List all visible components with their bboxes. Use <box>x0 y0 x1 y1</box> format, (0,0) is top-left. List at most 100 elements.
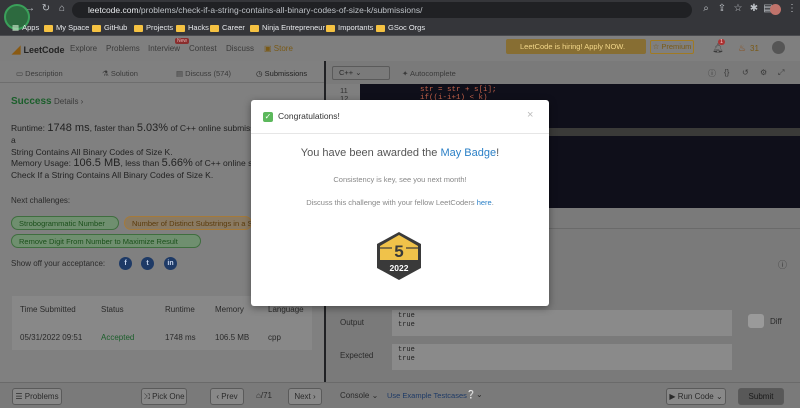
new-badge: New <box>175 38 190 44</box>
bookmark-my-space[interactable]: My Space <box>44 22 89 34</box>
console-toggle[interactable]: Console ⌄ <box>340 391 378 400</box>
bookmark-projects[interactable]: Projects <box>134 22 173 34</box>
column-header: Language <box>268 305 304 314</box>
nav-interview[interactable]: Interview <box>148 44 180 53</box>
bookmark-ninja[interactable]: Ninja Entrepreneur <box>250 22 325 34</box>
extensions-icon[interactable]: ✱ <box>748 3 760 15</box>
nav-discuss[interactable]: Discuss <box>226 44 254 53</box>
check-icon: ✓ <box>263 112 273 122</box>
diff-label: Diff <box>770 317 782 326</box>
diff-toggle[interactable] <box>748 314 764 328</box>
folder-icon <box>44 24 53 32</box>
expected-box <box>392 344 732 370</box>
language-select[interactable]: C++ ⌄ <box>332 66 390 80</box>
profile-avatar[interactable] <box>770 4 781 15</box>
bookmark-importants[interactable]: Importants <box>326 22 373 34</box>
use-example-testcases[interactable]: Use Example Testcases <box>387 391 467 400</box>
pick-one-button[interactable]: ⤨ Pick One <box>141 388 187 405</box>
problems-button[interactable]: ☰ Problems <box>12 388 62 405</box>
autocomplete-toggle[interactable]: ✦ Autocomplete <box>402 69 456 78</box>
table-cell-memory: 106.5 MB <box>215 333 250 342</box>
leetcode-logo[interactable]: ◢ LeetCode <box>12 43 64 56</box>
twitter-icon[interactable]: t <box>141 257 154 270</box>
column-header: Memory <box>215 305 244 314</box>
column-header: Runtime <box>165 305 195 314</box>
tab-description[interactable]: ▭ Description <box>16 69 63 78</box>
hiring-banner[interactable]: LeetCode is hiring! Apply NOW. <box>506 39 646 54</box>
linkedin-icon[interactable]: in <box>164 257 177 270</box>
store-icon: ▣ <box>264 44 272 53</box>
fullscreen-icon[interactable]: ⤢ <box>778 68 784 78</box>
bookmark-gsoc[interactable]: GSoc Orgs <box>376 22 425 34</box>
premium-button[interactable]: ☆ Premium <box>650 40 694 54</box>
facebook-icon[interactable]: f <box>119 257 132 270</box>
bookmark-career[interactable]: Career <box>210 22 245 34</box>
info-icon[interactable]: ⓘ <box>708 68 716 79</box>
console-info-icon[interactable]: ⓘ <box>778 258 787 271</box>
page-indicator[interactable]: ⌂/71 <box>256 391 272 400</box>
nav-problems[interactable]: Problems <box>106 44 140 53</box>
run-code-button[interactable]: ▶ Run Code ⌄ <box>666 388 726 405</box>
zoom-icon[interactable]: ⌕ <box>700 3 712 15</box>
expected-line: true <box>398 355 415 363</box>
tab-solution[interactable]: ⚗ Solution <box>102 69 138 78</box>
user-avatar[interactable] <box>772 41 785 54</box>
address-bar[interactable]: leetcode.com/problems/check-if-a-string-… <box>72 2 692 18</box>
settings-icon[interactable]: ⚙ <box>760 68 767 77</box>
prev-button[interactable]: ‹ Prev <box>210 388 244 405</box>
folder-icon <box>326 24 335 32</box>
badge-year: 2022 <box>390 263 409 273</box>
reload-icon[interactable]: ↻ <box>40 3 52 15</box>
nav-contest[interactable]: Contest <box>189 44 217 53</box>
output-box <box>392 310 732 336</box>
menu-kebab-icon[interactable]: ⋮ <box>786 3 798 15</box>
challenge-chip[interactable]: Strobogrammatic Number <box>11 216 119 230</box>
streak-count: 31 <box>750 44 759 53</box>
discuss-here-link[interactable]: here <box>477 198 492 207</box>
award-modal: ✓ Congratulations! × You have been award… <box>251 100 549 306</box>
column-header: Time Submitted <box>20 305 76 314</box>
consistency-message: Consistency is key, see you next month! <box>333 175 467 184</box>
folder-icon <box>210 24 219 32</box>
bookmark-github[interactable]: GitHub <box>92 22 127 34</box>
output-line: true <box>398 321 415 329</box>
home-icon[interactable]: ⌂ <box>56 3 68 15</box>
nav-explore[interactable]: Explore <box>70 44 97 53</box>
leetcode-logo-icon: ◢ <box>12 44 21 56</box>
braces-icon[interactable]: {} <box>724 68 729 77</box>
folder-icon <box>92 24 101 32</box>
challenge-chip[interactable]: Remove Digit From Number to Maximize Res… <box>11 234 201 248</box>
column-header: Status <box>101 305 124 314</box>
bookmark-hacks[interactable]: Hacks <box>176 22 209 34</box>
folder-icon <box>250 24 259 32</box>
table-cell-time: 05/31/2022 09:51 <box>20 333 83 342</box>
bookmark-apps[interactable]: ▦ Apps <box>12 22 39 34</box>
tab-submissions[interactable]: ◷ Submissions <box>256 69 307 78</box>
url-host: leetcode.com <box>88 5 139 15</box>
next-button[interactable]: Next › <box>288 388 322 405</box>
expected-label: Expected <box>340 351 374 360</box>
bookmark-star-icon[interactable]: ☆ <box>732 3 744 15</box>
challenge-chip[interactable]: Number of Distinct Substrings in a Strin… <box>124 216 252 230</box>
reset-icon[interactable]: ↺ <box>742 68 749 77</box>
folder-icon <box>376 24 385 32</box>
next-challenges-label: Next challenges: <box>11 196 71 205</box>
badge-name-link[interactable]: May Badge <box>440 147 496 159</box>
output-label: Output <box>340 318 365 327</box>
share-icon[interactable]: ⇪ <box>716 3 728 15</box>
modal-title: Congratulations! <box>278 111 340 121</box>
table-cell-status[interactable]: Accepted <box>101 333 134 342</box>
notification-count: 1 <box>718 39 726 45</box>
help-icon[interactable]: ❔⌄ <box>466 390 483 399</box>
folder-icon <box>176 24 185 32</box>
details-link[interactable]: Details › <box>54 97 83 106</box>
close-icon[interactable]: × <box>527 109 533 121</box>
folder-icon <box>134 24 143 32</box>
streak-fire-icon: ♨ <box>738 43 747 53</box>
tab-discuss[interactable]: ▤ Discuss (574) <box>176 69 231 78</box>
output-line: true <box>398 312 415 320</box>
url-path: /problems/check-if-a-string-contains-all… <box>138 5 423 15</box>
nav-store[interactable]: ▣ Store <box>264 44 293 53</box>
submit-button[interactable]: Submit <box>738 388 784 405</box>
tab-divider <box>0 82 324 83</box>
